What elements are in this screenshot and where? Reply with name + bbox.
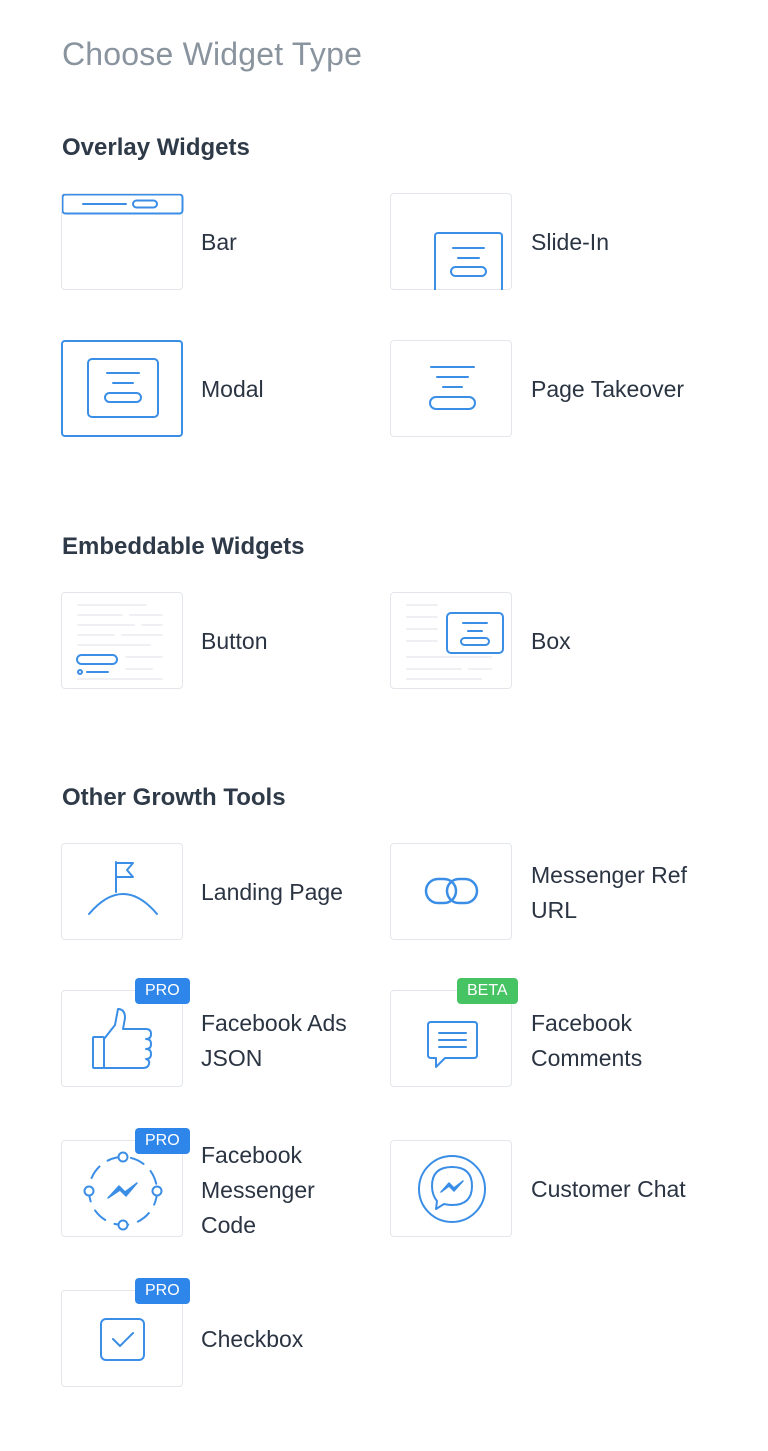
- messenger-ref-url-label-line-1: Messenger Ref: [531, 862, 687, 888]
- modal-tile[interactable]: [61, 340, 183, 437]
- slide-in-widget-icon: [434, 232, 503, 290]
- facebook-messenger-code-label-line-3: Code: [201, 1212, 256, 1238]
- facebook-ads-json-label[interactable]: Facebook Ads JSON: [201, 1006, 347, 1076]
- page-takeover-label[interactable]: Page Takeover: [531, 372, 684, 407]
- facebook-comments-label[interactable]: Facebook Comments: [531, 1006, 642, 1076]
- comment-icon: [427, 1021, 478, 1068]
- facebook-comments-label-line-2: Comments: [531, 1045, 643, 1071]
- landing-page-label[interactable]: Landing Page: [201, 875, 343, 910]
- messenger-ref-url-label-line-2: URL: [531, 897, 578, 923]
- customer-chat-label[interactable]: Customer Chat: [531, 1172, 686, 1207]
- modal-widget-icon: [87, 358, 159, 418]
- beta-badge-facebook-comments: BETA: [457, 978, 518, 1004]
- facebook-messenger-code-label-line-1: Facebook: [201, 1142, 303, 1168]
- pro-badge-facebook-messenger-code: PRO: [135, 1128, 190, 1154]
- checkbox-tile[interactable]: [61, 1290, 183, 1387]
- section-title-embeddable: Embeddable Widgets: [62, 533, 305, 560]
- messenger-chat-icon: [418, 1155, 486, 1223]
- facebook-messenger-code-label[interactable]: Facebook Messenger Code: [201, 1138, 315, 1243]
- facebook-ads-json-tile[interactable]: [61, 990, 183, 1087]
- section-title-other: Other Growth Tools: [62, 784, 286, 811]
- modal-label[interactable]: Modal: [201, 372, 264, 407]
- checkbox-label[interactable]: Checkbox: [201, 1322, 303, 1357]
- slide-in-tile[interactable]: [390, 193, 512, 290]
- customer-chat-tile[interactable]: [390, 1140, 512, 1237]
- page-title: Choose Widget Type: [62, 36, 363, 72]
- bar-widget-icon: [62, 194, 184, 215]
- facebook-messenger-code-tile[interactable]: [61, 1140, 183, 1237]
- messenger-ref-url-label[interactable]: Messenger Ref URL: [531, 858, 687, 928]
- facebook-ads-json-label-line-2: JSON: [201, 1045, 263, 1071]
- checkbox-icon: [100, 1318, 145, 1361]
- widget-type-chooser: Choose Widget Type Overlay Widgets Bar S…: [0, 0, 768, 1451]
- bar-tile[interactable]: [61, 193, 184, 290]
- section-title-overlay: Overlay Widgets: [62, 134, 250, 161]
- link-icon: [424, 877, 479, 905]
- thumbs-up-icon: [92, 1008, 152, 1069]
- pro-badge-checkbox: PRO: [135, 1278, 190, 1304]
- slide-in-label[interactable]: Slide-In: [531, 225, 609, 260]
- facebook-messenger-code-label-line-2: Messenger: [201, 1177, 315, 1203]
- flag-hill-icon: [88, 861, 158, 915]
- box-widget-icon: [406, 604, 504, 680]
- page-takeover-widget-icon: [429, 366, 476, 410]
- button-label[interactable]: Button: [201, 624, 268, 659]
- facebook-comments-tile[interactable]: [390, 990, 512, 1087]
- landing-page-tile[interactable]: [61, 843, 183, 940]
- facebook-ads-json-label-line-1: Facebook Ads: [201, 1010, 347, 1036]
- bar-label[interactable]: Bar: [201, 225, 237, 260]
- button-widget-icon: [76, 604, 163, 680]
- box-tile[interactable]: [390, 592, 512, 689]
- page-takeover-tile[interactable]: [390, 340, 512, 437]
- box-label[interactable]: Box: [531, 624, 571, 659]
- facebook-comments-label-line-1: Facebook: [531, 1010, 633, 1036]
- messenger-code-icon: [83, 1151, 163, 1231]
- messenger-ref-url-tile[interactable]: [390, 843, 512, 940]
- pro-badge-facebook-ads: PRO: [135, 978, 190, 1004]
- button-tile[interactable]: [61, 592, 183, 689]
